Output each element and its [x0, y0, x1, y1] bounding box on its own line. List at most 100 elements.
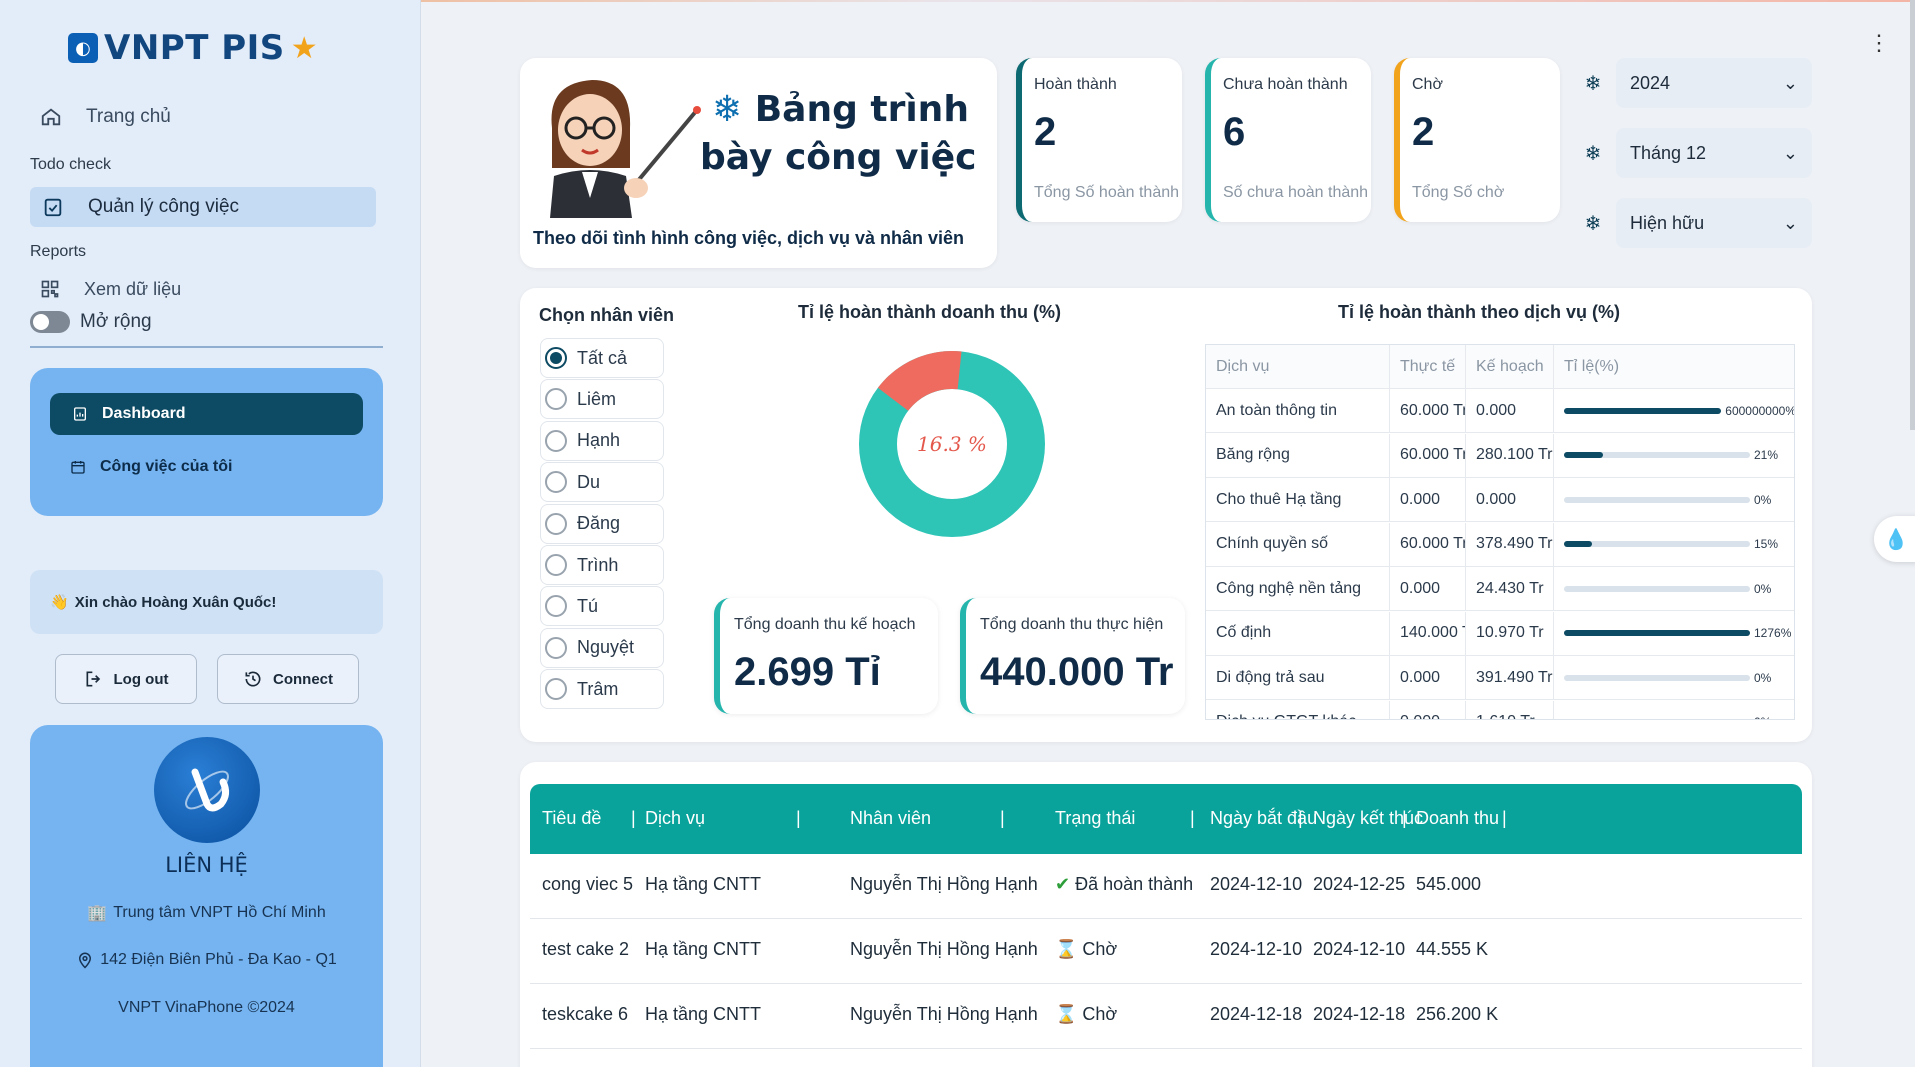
service-table-row[interactable]: An toàn thông tin 60.000 Tr 0.000 600000000…	[1206, 389, 1794, 433]
stat-card-completed: Hoàn thành 2 Tổng Số hoàn thành	[1016, 58, 1182, 222]
task-cell-revenue: 256.200 K	[1416, 1004, 1499, 1024]
scope-select[interactable]: Hiện hữu ⌄	[1616, 198, 1812, 248]
employee-radio-option[interactable]: Tất cả	[540, 338, 664, 378]
employee-radio-option[interactable]: Trình	[540, 545, 664, 585]
column-header[interactable]: Tiêu đề	[542, 808, 601, 829]
chevron-down-icon: ⌄	[1782, 142, 1798, 163]
service-progress-cell: 1276%	[1554, 612, 1794, 655]
progress-bar	[1564, 541, 1750, 547]
radio-circle[interactable]	[545, 512, 567, 535]
sidebar-item-label: Trang chủ	[86, 106, 171, 127]
month-select[interactable]: Tháng 12 ⌄	[1616, 128, 1812, 178]
snowflake-icon: ❄	[1584, 142, 1602, 165]
connect-button[interactable]: Connect	[217, 654, 359, 704]
service-completion-table[interactable]: Dịch vụ Thực tế Kế hoạch Tỉ lệ(%) An toàn th…	[1205, 344, 1795, 720]
task-table-card: Tiêu đề Dịch vụ Nhân viên Trạng thái Ngày bắ…	[520, 762, 1812, 1067]
task-cell-revenue: 545.000	[1416, 874, 1482, 894]
column-header[interactable]: Trạng thái	[1055, 808, 1135, 829]
scrollbar[interactable]	[1910, 0, 1915, 430]
task-cell-employee: Nguyễn Thị Hồng Hạnh	[850, 1004, 1038, 1024]
menu-item-my-tasks[interactable]: Công việc của tôi	[70, 458, 232, 476]
progress-bar	[1564, 630, 1750, 636]
plan-revenue-card: Tổng doanh thu kế hoạch 2.699 Tỉ	[714, 598, 938, 714]
month-filter[interactable]: ❄ Tháng 12 ⌄	[1580, 128, 1812, 178]
employee-radio-option[interactable]: Liêm	[540, 379, 664, 420]
overview-card: Chọn nhân viên Tất cả Liêm Hạnh Du Đăng Trình…	[520, 288, 1812, 742]
task-cell-service: Hạ tầng CNTT	[645, 1004, 762, 1024]
employee-radio-option[interactable]: Du	[540, 462, 664, 503]
kpi-value: 440.000 Tr	[980, 650, 1174, 694]
service-table-row[interactable]: Di động trả sau 0.000 391.490 Tr 0%	[1206, 656, 1794, 700]
service-table-row[interactable]: Chính quyền số 60.000 Tr 378.490 Tr 15%	[1206, 522, 1794, 567]
menu-item-dashboard[interactable]: Dashboard	[50, 393, 363, 435]
radio-circle[interactable]	[545, 678, 567, 701]
radio-circle[interactable]	[545, 347, 567, 369]
service-table-row[interactable]: Công nghệ nền tảng 0.000 24.430 Tr 0%	[1206, 567, 1794, 611]
sidebar-item-home[interactable]: Trang chủ	[40, 106, 171, 128]
chevron-down-icon: ⌄	[1782, 212, 1798, 233]
column-header[interactable]: Doanh thu	[1416, 808, 1499, 829]
radio-circle[interactable]	[545, 429, 567, 452]
column-header: Tỉ lệ(%)	[1564, 357, 1620, 375]
service-table-row[interactable]: Cố định140.000 Tr10.970 Tr 1276%	[1206, 611, 1794, 656]
expand-label: Mở rộng	[80, 311, 152, 332]
radio-label: Trình	[577, 554, 619, 575]
radio-label: Tất cả	[577, 347, 628, 368]
progress-bar-fill	[1564, 452, 1604, 458]
logout-button[interactable]: Log out	[55, 654, 197, 704]
service-table-row[interactable]: Băng rộng 60.000 Tr 280.100 Tr 21%	[1206, 433, 1794, 478]
employee-select-title: Chọn nhân viên	[539, 305, 674, 325]
column-divider: |	[796, 808, 801, 828]
water-drop-icon[interactable]: 💧	[1874, 516, 1915, 562]
progress-percent-label: 21%	[1754, 448, 1779, 462]
service-name-cell: An toàn thông tin	[1206, 389, 1390, 432]
employee-radio-option[interactable]: Trâm	[540, 669, 664, 710]
sidebar-item-manage-tasks[interactable]: Quản lý công việc	[30, 187, 376, 227]
year-filter[interactable]: ❄ 2024 ⌄	[1580, 58, 1812, 108]
service-progress-cell: 0%	[1554, 656, 1794, 699]
service-plan-cell: 10.970 Tr	[1466, 611, 1554, 655]
snowflake-icon: ❄	[712, 89, 743, 130]
vnpt-logo-icon: ◐	[68, 33, 98, 63]
more-options-icon[interactable]: ⋮	[1868, 32, 1890, 54]
table-row[interactable]: cong viec 5 Hạ tầng CNTT Nguyễn Thị Hồng H…	[530, 854, 1802, 919]
revenue-donut-chart: 16.3 %	[859, 351, 1045, 537]
column-header[interactable]: Dịch vụ	[645, 808, 705, 829]
radio-circle[interactable]	[545, 388, 567, 411]
expand-toggle-row[interactable]: Mở rộng	[30, 311, 152, 333]
table-row[interactable]: test cake 2 Hạ tầng CNTT Nguyễn Thị Hồng H…	[530, 919, 1802, 984]
building-icon: 🏢	[87, 905, 108, 922]
radio-label: Nguyệt	[577, 637, 635, 658]
radio-circle[interactable]	[545, 471, 567, 494]
column-header[interactable]: Nhân viên	[850, 808, 931, 829]
column-divider: |	[1298, 808, 1303, 828]
progress-bar	[1564, 407, 1722, 414]
column-divider: |	[631, 808, 636, 828]
scope-filter[interactable]: ❄ Hiện hữu ⌄	[1580, 198, 1812, 248]
employee-radio-option[interactable]: Hạnh	[540, 420, 664, 461]
contact-center: 🏢 Trung tâm VNPT Hồ Chí Minh	[30, 903, 383, 923]
service-table-row[interactable]: Cho thuê Hạ tầng 0.000 0.000 0%	[1206, 478, 1794, 522]
app-logo[interactable]: ◐ VNPT PIS ★	[68, 28, 318, 68]
task-cell-end: 2024-12-18	[1313, 1004, 1406, 1024]
service-table-row[interactable]: Dịch vụ GTGT khác0.0001.610 Tr 0%	[1206, 700, 1794, 719]
sidebar-item-view-data[interactable]: Xem dữ liệu	[40, 278, 181, 300]
status-text: Chờ	[1082, 939, 1118, 959]
expand-toggle[interactable]	[30, 311, 70, 333]
year-select[interactable]: 2024 ⌄	[1616, 58, 1812, 108]
radio-circle[interactable]	[545, 554, 567, 576]
year-select-value: 2024	[1630, 72, 1671, 93]
employee-radio-option[interactable]: Tú	[540, 586, 664, 627]
column-header: Dịch vụ	[1206, 345, 1390, 388]
table-row[interactable]: teskcake 6 Hạ tầng CNTT Nguyễn Thị Hồng Hạ…	[530, 984, 1802, 1049]
employee-radio-option[interactable]: Nguyệt	[540, 627, 664, 668]
task-cell-start: 2024-12-10	[1210, 874, 1303, 894]
task-cell-service: Hạ tầng CNTT	[645, 939, 762, 959]
stat-card-incomplete: Chưa hoàn thành 6 Số chưa hoàn thành	[1205, 58, 1371, 222]
radio-circle[interactable]	[545, 595, 567, 618]
hero-title: ❄ Bảng trình bày công việc	[700, 86, 977, 182]
radio-circle[interactable]	[545, 636, 567, 659]
chevron-down-icon: ⌄	[1782, 72, 1798, 93]
employee-radio-option[interactable]: Đăng	[540, 503, 664, 544]
contact-address: 142 Điện Biên Phủ - Đa Kao - Q1	[30, 951, 383, 969]
